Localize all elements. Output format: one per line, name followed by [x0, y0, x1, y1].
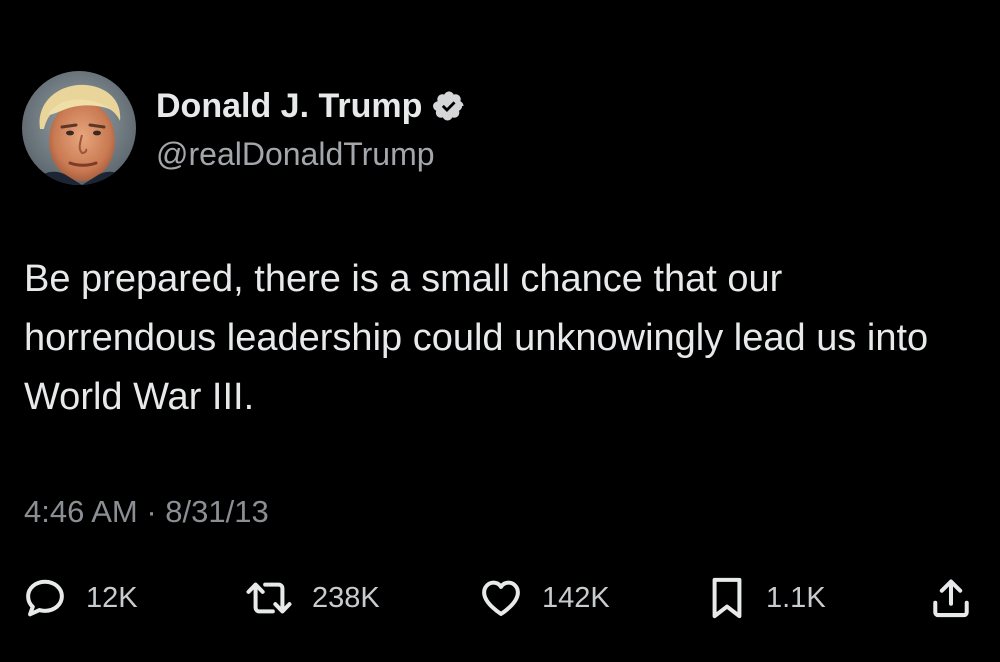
retweet-arrows-icon	[246, 582, 292, 614]
like-count: 142K	[542, 581, 610, 614]
action-bar: 12K 238K 142K 1.1K	[0, 572, 1000, 624]
tweet-timestamp[interactable]: 4:46 AM · 8/31/13	[24, 494, 269, 530]
author-handle[interactable]: @realDonaldTrump	[156, 136, 435, 173]
display-name[interactable]: Donald J. Trump	[156, 87, 422, 126]
share-button[interactable]	[928, 572, 974, 624]
author-name-row[interactable]: Donald J. Trump	[156, 84, 466, 128]
avatar-image	[22, 71, 136, 185]
tweet-text: Be prepared, there is a small chance tha…	[24, 258, 929, 418]
heart-icon	[482, 580, 520, 616]
retweet-count: 238K	[312, 581, 380, 614]
tweet-card[interactable]: Donald J. Trump @realDonaldTrump Be prep…	[0, 0, 1000, 662]
bookmark-count: 1.1K	[766, 581, 826, 614]
like-button[interactable]: 142K	[478, 572, 610, 624]
reply-count: 12K	[86, 581, 138, 614]
verified-badge-icon	[432, 89, 466, 123]
reply-button[interactable]: 12K	[22, 572, 138, 624]
bookmark-icon	[712, 577, 742, 619]
avatar[interactable]	[22, 71, 136, 185]
speech-bubble-icon	[26, 579, 64, 617]
share-upload-icon	[933, 579, 969, 618]
retweet-button[interactable]: 238K	[244, 572, 380, 624]
bookmark-button[interactable]: 1.1K	[706, 572, 826, 624]
